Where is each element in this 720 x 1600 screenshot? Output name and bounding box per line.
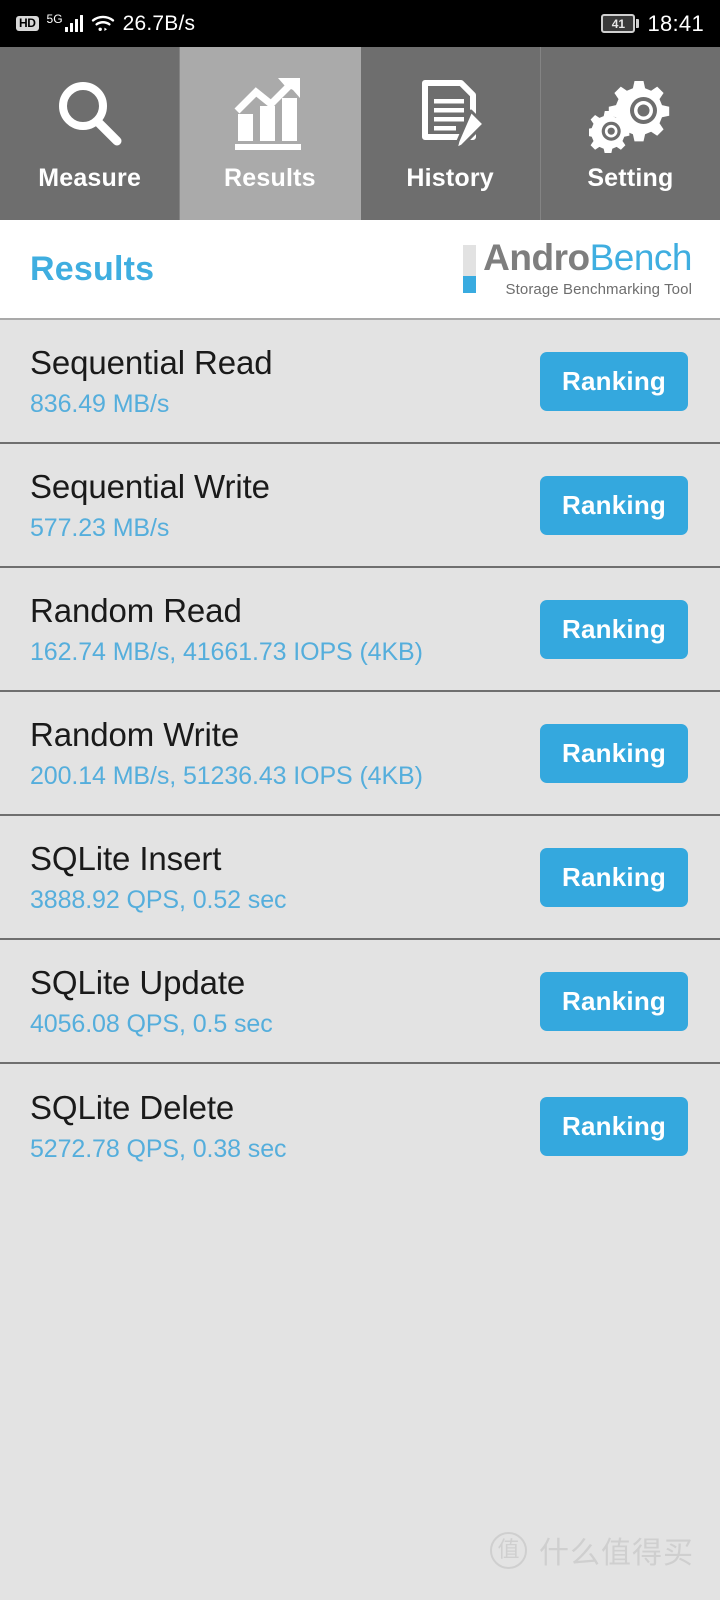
result-name: Random Read xyxy=(30,591,242,629)
result-value: 5272.78 QPS, 0.38 sec xyxy=(30,1134,287,1163)
result-value: 3888.92 QPS, 0.52 sec xyxy=(30,885,287,914)
row-text-group: SQLite Insert 3888.92 QPS, 0.52 sec xyxy=(30,839,287,915)
result-name: Sequential Read xyxy=(30,343,273,381)
result-name: SQLite Insert xyxy=(30,839,222,877)
ranking-button[interactable]: Ranking xyxy=(540,475,688,535)
result-name: SQLite Update xyxy=(30,963,246,1001)
result-value: 162.74 MB/s, 41661.73 IOPS (4KB) xyxy=(30,637,423,666)
tab-results-label: Results xyxy=(224,164,316,192)
watermark: 值 什么值得买 xyxy=(490,1528,694,1572)
status-bar: HD 5G 26.7B/s 41 18:41 xyxy=(0,0,720,47)
network-type-label: 5G xyxy=(46,12,63,26)
row-text-group: Random Write 200.14 MB/s, 51236.43 IOPS … xyxy=(30,716,423,791)
result-name: SQLite Delete xyxy=(30,1088,235,1126)
table-row[interactable]: Random Write 200.14 MB/s, 51236.43 IOPS … xyxy=(0,692,720,816)
tab-measure[interactable]: Measure xyxy=(0,47,181,220)
hd-icon: HD xyxy=(16,16,39,31)
row-text-group: Random Read 162.74 MB/s, 41661.73 IOPS (… xyxy=(30,592,423,667)
row-text-group: Sequential Read 836.49 MB/s xyxy=(30,344,273,419)
ranking-button[interactable]: Ranking xyxy=(540,1096,688,1156)
tab-results[interactable]: Results xyxy=(180,47,361,220)
status-bar-left: HD 5G 26.7B/s xyxy=(16,12,195,36)
page-header: Results AndroBench Storage Benchmarking … xyxy=(0,220,720,320)
row-text-group: Sequential Write 577.23 MB/s xyxy=(30,468,270,543)
signal-bars-icon: 5G xyxy=(46,12,83,32)
watermark-logo-icon: 值 xyxy=(490,1531,527,1569)
tab-bar: Measure Results History Setting xyxy=(0,47,720,220)
wifi-icon xyxy=(91,15,115,33)
tab-history[interactable]: History xyxy=(361,47,541,220)
logo-bar-icon xyxy=(463,245,477,293)
table-row[interactable]: Random Read 162.74 MB/s, 41661.73 IOPS (… xyxy=(0,568,720,692)
network-speed-label: 26.7B/s xyxy=(122,11,196,35)
row-text-group: SQLite Update 4056.08 QPS, 0.5 sec xyxy=(30,964,273,1039)
results-list: Sequential Read 836.49 MB/s Ranking Sequ… xyxy=(0,320,720,1188)
table-row[interactable]: Sequential Read 836.49 MB/s Ranking xyxy=(0,320,720,444)
table-row[interactable]: SQLite Update 4056.08 QPS, 0.5 sec Ranki… xyxy=(0,940,720,1064)
result-value: 836.49 MB/s xyxy=(30,389,170,418)
document-pencil-icon xyxy=(411,74,489,154)
logo-andro-label: Andro xyxy=(483,237,590,279)
signal-strength-bars xyxy=(64,15,83,32)
result-value: 577.23 MB/s xyxy=(30,513,170,542)
row-text-group: SQLite Delete 5272.78 QPS, 0.38 sec xyxy=(30,1088,287,1164)
androbench-logo: AndroBench Storage Benchmarking Tool xyxy=(463,237,693,298)
result-value: 4056.08 QPS, 0.5 sec xyxy=(30,1009,273,1038)
tab-setting[interactable]: Setting xyxy=(541,47,720,220)
gears-icon xyxy=(589,74,671,154)
bar-chart-icon xyxy=(230,74,310,154)
logo-text: AndroBench Storage Benchmarking Tool xyxy=(483,237,693,298)
logo-subtitle: Storage Benchmarking Tool xyxy=(505,280,692,298)
table-row[interactable]: SQLite Delete 5272.78 QPS, 0.38 sec Rank… xyxy=(0,1064,720,1188)
result-name: Random Write xyxy=(30,715,240,753)
table-row[interactable]: Sequential Write 577.23 MB/s Ranking xyxy=(0,444,720,568)
ranking-button[interactable]: Ranking xyxy=(540,723,688,783)
clock-label: 18:41 xyxy=(647,10,704,36)
tab-setting-label: Setting xyxy=(587,164,674,192)
magnifier-icon xyxy=(51,74,129,154)
phone-screen: HD 5G 26.7B/s 41 18:41 Measure Results H… xyxy=(0,0,720,1600)
battery-level-label: 41 xyxy=(601,14,636,33)
result-name: Sequential Write xyxy=(30,467,270,505)
tab-history-label: History xyxy=(406,164,494,192)
tab-measure-label: Measure xyxy=(38,164,142,192)
logo-bench-label: Bench xyxy=(589,237,693,279)
battery-icon: 41 xyxy=(601,14,640,33)
result-value: 200.14 MB/s, 51236.43 IOPS (4KB) xyxy=(30,761,423,790)
page-title: Results xyxy=(30,249,155,288)
watermark-text: 什么值得买 xyxy=(539,1537,694,1570)
empty-area xyxy=(0,1188,720,1568)
ranking-button[interactable]: Ranking xyxy=(540,351,688,411)
ranking-button[interactable]: Ranking xyxy=(540,847,688,907)
ranking-button[interactable]: Ranking xyxy=(540,599,688,659)
table-row[interactable]: SQLite Insert 3888.92 QPS, 0.52 sec Rank… xyxy=(0,816,720,940)
ranking-button[interactable]: Ranking xyxy=(540,971,688,1031)
status-bar-right: 41 18:41 xyxy=(601,11,704,37)
